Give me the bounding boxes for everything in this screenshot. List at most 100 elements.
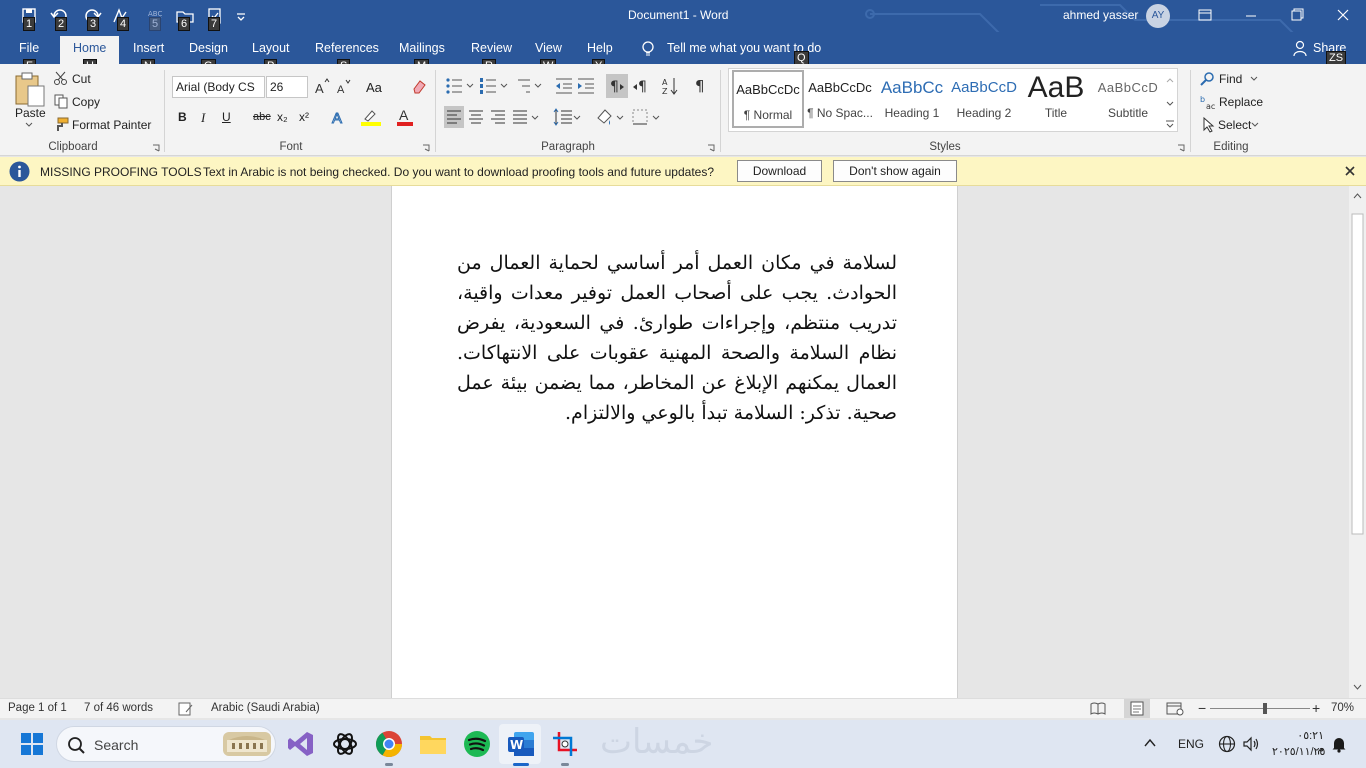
- multilevel-list-icon[interactable]: [512, 76, 542, 96]
- increase-indent-icon[interactable]: [576, 76, 596, 96]
- line-spacing-icon[interactable]: [552, 106, 582, 128]
- windows-start-icon[interactable]: [20, 732, 44, 756]
- highlight-color-icon[interactable]: [360, 108, 382, 126]
- zoom-level[interactable]: 70%: [1331, 702, 1354, 714]
- ribbon-display-options-icon[interactable]: [1182, 0, 1228, 32]
- rtl-direction-icon[interactable]: ¶: [630, 74, 652, 98]
- customize-qat-icon[interactable]: [234, 6, 248, 26]
- align-right-icon[interactable]: [488, 106, 508, 128]
- style-no-spacing[interactable]: AaBbCcDc ¶ No Spac...: [804, 70, 876, 128]
- clock-date[interactable]: ٢٠٢٥/١١/٢٥: [1272, 745, 1325, 758]
- chevron-up-icon[interactable]: [1143, 737, 1157, 749]
- close-icon[interactable]: [1320, 0, 1366, 32]
- style-heading-1[interactable]: AaBbCc Heading 1: [876, 70, 948, 128]
- style-subtitle[interactable]: AaBbCcD Subtitle: [1092, 70, 1164, 128]
- zoom-in-button[interactable]: +: [1312, 700, 1320, 716]
- input-language[interactable]: ENG: [1178, 737, 1204, 751]
- style-heading-2[interactable]: AaBbCcD Heading 2: [948, 70, 1020, 128]
- bullets-icon[interactable]: [444, 76, 474, 96]
- tab-view[interactable]: View: [535, 41, 562, 55]
- change-case-button[interactable]: Aa: [366, 80, 382, 95]
- font-size-combo[interactable]: 26: [266, 76, 308, 98]
- sort-icon[interactable]: AZ: [661, 76, 679, 96]
- select-dropdown-icon[interactable]: [1251, 122, 1259, 128]
- tab-file[interactable]: File: [19, 41, 39, 55]
- minimize-icon[interactable]: [1228, 0, 1274, 32]
- paste-button[interactable]: Paste: [15, 106, 46, 120]
- numbering-icon[interactable]: [478, 76, 508, 96]
- shrink-font-icon[interactable]: A: [336, 78, 352, 96]
- tab-review[interactable]: Review: [471, 41, 512, 55]
- notification-bell-icon[interactable]: [1331, 735, 1347, 753]
- select-button[interactable]: Select: [1218, 118, 1251, 132]
- download-button[interactable]: Download: [737, 160, 822, 182]
- tab-insert[interactable]: Insert: [133, 41, 164, 55]
- font-family-combo[interactable]: Arial (Body CS: [172, 76, 265, 98]
- clear-formatting-icon[interactable]: [410, 77, 428, 95]
- style-normal[interactable]: AaBbCcDc ¶ Normal: [732, 70, 804, 128]
- word-count[interactable]: 7 of 46 words: [84, 702, 153, 714]
- borders-icon[interactable]: [630, 106, 662, 128]
- shading-icon[interactable]: [594, 106, 626, 128]
- taskbar-search-box[interactable]: Search: [56, 726, 276, 762]
- strikethrough-button[interactable]: abc: [253, 111, 271, 123]
- grow-font-icon[interactable]: A: [314, 78, 330, 96]
- web-layout-icon[interactable]: [1166, 701, 1184, 716]
- proofing-icon[interactable]: [178, 702, 194, 716]
- tab-design[interactable]: Design: [189, 41, 228, 55]
- zoom-slider-track[interactable]: [1210, 708, 1310, 709]
- read-mode-icon[interactable]: [1090, 701, 1106, 716]
- styles-launcher-icon[interactable]: [1177, 144, 1185, 152]
- replace-button[interactable]: Replace: [1219, 95, 1263, 109]
- language-indicator[interactable]: Arabic (Saudi Arabia): [211, 702, 320, 714]
- document-text[interactable]: لسلامة في مكان العمل أمر أساسي لحماية ال…: [457, 248, 897, 428]
- page-count[interactable]: Page 1 of 1: [8, 702, 67, 714]
- zoom-slider-thumb[interactable]: [1263, 703, 1267, 714]
- word-icon[interactable]: W: [505, 728, 537, 766]
- align-left-icon[interactable]: [444, 106, 464, 128]
- visual-studio-icon[interactable]: [285, 728, 317, 760]
- file-explorer-icon[interactable]: [417, 728, 449, 760]
- avatar[interactable]: AY: [1146, 4, 1170, 28]
- subscript-button[interactable]: x₂: [277, 110, 288, 124]
- format-painter-button[interactable]: Format Painter: [72, 118, 151, 132]
- find-dropdown-icon[interactable]: [1250, 76, 1258, 82]
- spotify-icon[interactable]: [461, 728, 493, 760]
- vertical-scrollbar[interactable]: [1349, 186, 1366, 698]
- paste-icon[interactable]: [10, 70, 48, 110]
- decrease-indent-icon[interactable]: [554, 76, 574, 96]
- italic-button[interactable]: I: [201, 110, 205, 126]
- user-name[interactable]: ahmed yasser: [1063, 8, 1138, 22]
- ltr-direction-icon[interactable]: ¶: [606, 74, 628, 98]
- tab-home[interactable]: Home: [73, 41, 106, 55]
- align-center-icon[interactable]: [466, 106, 486, 128]
- network-globe-icon[interactable]: [1218, 735, 1236, 753]
- paste-dropdown-icon[interactable]: [25, 122, 33, 128]
- clipboard-launcher-icon[interactable]: [152, 144, 160, 152]
- underline-button[interactable]: U: [222, 110, 231, 124]
- superscript-button[interactable]: x²: [299, 110, 309, 124]
- font-color-icon[interactable]: A: [396, 107, 418, 126]
- chatgpt-icon[interactable]: [329, 728, 361, 760]
- tab-mailings[interactable]: Mailings: [399, 41, 445, 55]
- restore-icon[interactable]: [1274, 0, 1320, 32]
- zoom-out-button[interactable]: −: [1198, 700, 1206, 716]
- justify-icon[interactable]: [510, 106, 540, 128]
- paragraph-launcher-icon[interactable]: [707, 144, 715, 152]
- dont-show-again-button[interactable]: Don't show again: [833, 160, 957, 182]
- text-effects-icon[interactable]: A: [330, 108, 352, 127]
- tab-layout[interactable]: Layout: [252, 41, 290, 55]
- show-marks-icon[interactable]: ¶: [692, 76, 710, 96]
- copy-button[interactable]: Copy: [72, 95, 100, 109]
- font-launcher-icon[interactable]: [422, 144, 430, 152]
- style-title[interactable]: AaB Title: [1020, 70, 1092, 128]
- find-button[interactable]: Find: [1219, 72, 1242, 86]
- bold-button[interactable]: B: [178, 110, 187, 124]
- tab-help[interactable]: Help: [587, 41, 613, 55]
- snipping-tool-icon[interactable]: [549, 728, 581, 766]
- close-infobar-icon[interactable]: [1343, 164, 1357, 178]
- cut-button[interactable]: Cut: [72, 72, 91, 86]
- chrome-icon[interactable]: [373, 728, 405, 766]
- styles-scroll[interactable]: [1163, 70, 1177, 130]
- print-layout-icon[interactable]: [1124, 699, 1150, 718]
